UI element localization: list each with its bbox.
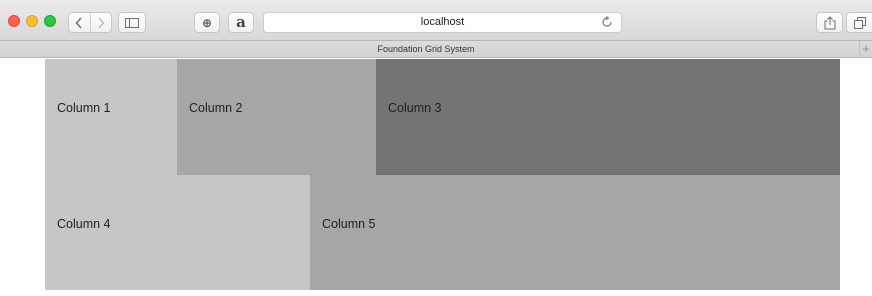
page-content: Column 1 Column 2 Column 3 Column 4 Colu… xyxy=(0,59,872,296)
sidebar-icon xyxy=(125,17,139,28)
show-tabs-button[interactable] xyxy=(846,12,872,33)
address-bar-url: localhost xyxy=(420,16,465,28)
column-label: Column 2 xyxy=(189,101,243,115)
forward-button[interactable] xyxy=(89,13,111,32)
navigation-buttons xyxy=(68,12,112,33)
column-label: Column 1 xyxy=(57,101,111,115)
tab-bar: Foundation Grid System + xyxy=(0,41,872,58)
grid-column-1: Column 1 xyxy=(45,59,177,175)
minimize-window-button[interactable] xyxy=(26,15,38,27)
address-bar[interactable]: localhost xyxy=(263,12,622,33)
back-button[interactable] xyxy=(69,13,90,32)
grid-column-4: Column 4 xyxy=(45,175,310,290)
column-label: Column 4 xyxy=(57,217,111,231)
sidebar-button[interactable] xyxy=(118,12,146,33)
tabs-icon xyxy=(853,16,866,29)
share-icon xyxy=(824,15,835,29)
reload-icon[interactable] xyxy=(601,16,613,28)
amazon-a-icon: a xyxy=(236,13,246,31)
share-button[interactable] xyxy=(816,12,843,33)
zoom-window-button[interactable] xyxy=(44,15,56,27)
grid-column-5: Column 5 xyxy=(310,175,840,290)
browser-toolbar: ⊕ a localhost xyxy=(0,0,872,41)
grid-column-3: Column 3 xyxy=(376,59,840,175)
new-tab-button[interactable]: + xyxy=(859,41,872,57)
tab-title[interactable]: Foundation Grid System xyxy=(0,41,852,57)
column-label: Column 5 xyxy=(322,217,376,231)
column-label: Column 3 xyxy=(388,101,442,115)
instapaper-icon: ⊕ xyxy=(201,15,213,30)
grid-row-1: Column 1 Column 2 Column 3 xyxy=(45,59,840,175)
extension-button-1[interactable]: ⊕ xyxy=(194,12,220,33)
foundation-grid: Column 1 Column 2 Column 3 Column 4 Colu… xyxy=(45,59,840,290)
extension-button-2[interactable]: a xyxy=(228,12,254,33)
grid-row-2: Column 4 Column 5 xyxy=(45,175,840,290)
chevron-left-icon xyxy=(76,17,83,28)
grid-column-2: Column 2 xyxy=(177,59,376,175)
close-window-button[interactable] xyxy=(8,15,20,27)
chevron-right-icon xyxy=(98,17,105,28)
